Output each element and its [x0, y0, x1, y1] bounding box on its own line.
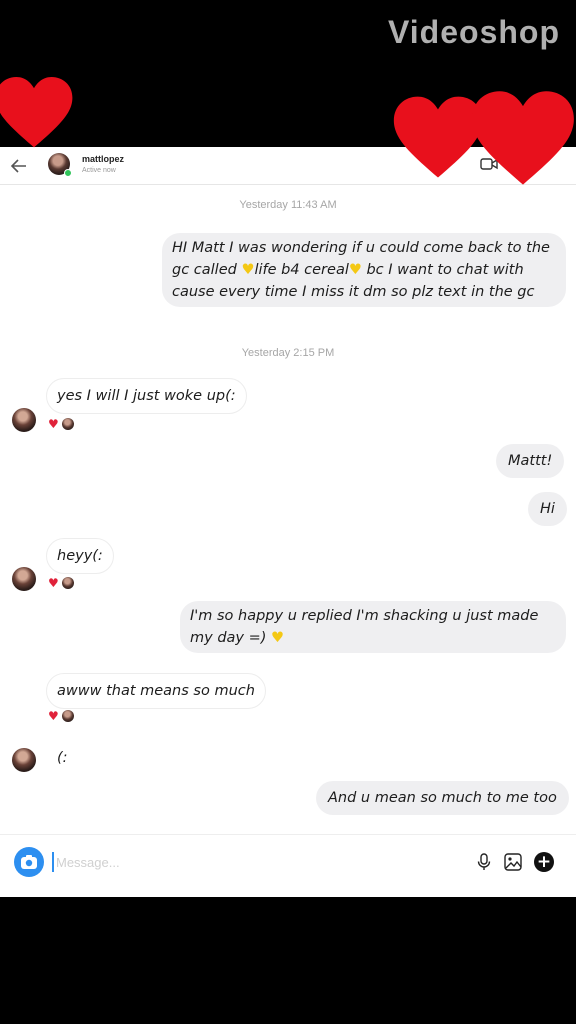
- online-indicator: [64, 169, 72, 177]
- yellow-heart-icon: ♥: [241, 262, 255, 278]
- plus-icon[interactable]: +: [534, 852, 554, 872]
- message-bubble-sent[interactable]: And u mean so much to me too: [316, 781, 569, 815]
- reaction-avatar: [61, 710, 74, 722]
- decorative-heart-icon: [472, 91, 574, 185]
- avatar[interactable]: [12, 567, 36, 591]
- reaction[interactable]: ♥: [48, 417, 74, 431]
- gallery-icon[interactable]: [504, 853, 522, 871]
- message-bubble-received[interactable]: (:: [46, 740, 79, 776]
- message-input[interactable]: [52, 852, 352, 872]
- active-status: Active now: [82, 167, 116, 174]
- chat-screen: mattlopez Active now Yesterday 11:43 AM …: [0, 147, 576, 897]
- heart-icon: ♥: [48, 709, 59, 723]
- avatar[interactable]: [12, 408, 36, 432]
- reaction-avatar: [61, 577, 74, 589]
- microphone-icon[interactable]: [476, 853, 492, 871]
- reaction-avatar: [61, 418, 74, 430]
- message-bubble-received[interactable]: yes I will I just woke up(:: [46, 378, 247, 414]
- camera-button[interactable]: [14, 847, 44, 877]
- message-bubble-sent[interactable]: I'm so happy u replied I'm shacking u ju…: [180, 601, 566, 653]
- timestamp: Yesterday 2:15 PM: [241, 347, 335, 359]
- username[interactable]: mattlopez: [82, 154, 124, 164]
- message-bubble-received[interactable]: heyy(:: [46, 538, 114, 574]
- yellow-heart-icon: ♥: [271, 630, 285, 646]
- message-composer: +: [0, 834, 576, 897]
- timestamp: Yesterday 11:43 AM: [239, 199, 337, 211]
- reaction[interactable]: ♥: [48, 576, 74, 590]
- yellow-heart-icon: ♥: [348, 262, 362, 278]
- camera-icon: [21, 855, 37, 869]
- message-bubble-sent[interactable]: HI Matt I was wondering if u could come …: [162, 233, 566, 307]
- avatar[interactable]: [12, 748, 36, 772]
- message-bubble-sent[interactable]: Hi: [528, 492, 567, 526]
- heart-icon: ♥: [48, 417, 59, 431]
- videoshop-watermark: Videoshop: [388, 14, 560, 50]
- back-arrow-icon[interactable]: [6, 153, 32, 179]
- message-bubble-sent[interactable]: Mattt!: [496, 444, 565, 478]
- composer-pill: +: [12, 845, 566, 879]
- reaction[interactable]: ♥: [48, 709, 74, 723]
- message-bubble-received[interactable]: awww that means so much: [46, 673, 266, 709]
- heart-icon: ♥: [48, 576, 59, 590]
- decorative-heart-icon: [0, 77, 73, 148]
